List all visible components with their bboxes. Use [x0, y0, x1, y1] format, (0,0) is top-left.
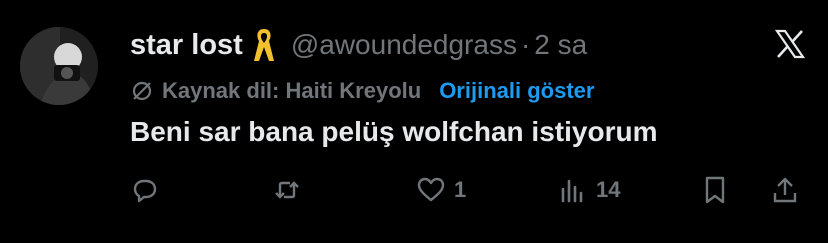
bookmark-icon	[705, 176, 725, 204]
reply-button[interactable]	[130, 170, 160, 210]
translation-row: Kaynak dil: Haiti Kreyolu Orijinali göst…	[130, 76, 594, 106]
x-logo-icon	[774, 28, 806, 60]
tweet-text: Beni sar bana pelüş wolfchan istiyorum	[130, 116, 658, 147]
source-language-label: Kaynak dil: Haiti Kreyolu	[162, 78, 422, 103]
like-button[interactable]: 1	[416, 170, 466, 210]
like-count: 1	[454, 177, 467, 202]
show-original-link[interactable]: Orijinali göster	[439, 78, 594, 104]
views-icon	[561, 179, 583, 203]
translate-icon	[132, 81, 152, 101]
tweet-header: star lost @awoundedgrass · 2 sa	[130, 24, 587, 66]
display-name[interactable]: star lost	[130, 29, 243, 62]
share-icon	[773, 177, 797, 203]
avatar[interactable]	[20, 27, 98, 105]
views-button[interactable]: 14	[558, 170, 620, 210]
share-button[interactable]	[770, 170, 800, 210]
yellow-ribbon-icon	[253, 27, 275, 63]
user-handle[interactable]: @awoundedgrass	[291, 29, 517, 61]
view-count: 14	[596, 177, 621, 202]
separator-dot: ·	[520, 29, 531, 60]
reply-icon	[133, 179, 157, 203]
repost-icon	[275, 181, 299, 199]
timestamp[interactable]: 2 sa	[534, 29, 587, 61]
repost-button[interactable]	[272, 170, 302, 210]
action-bar: 1 14	[130, 170, 806, 210]
bookmark-button[interactable]	[700, 170, 730, 210]
heart-icon	[417, 177, 445, 202]
